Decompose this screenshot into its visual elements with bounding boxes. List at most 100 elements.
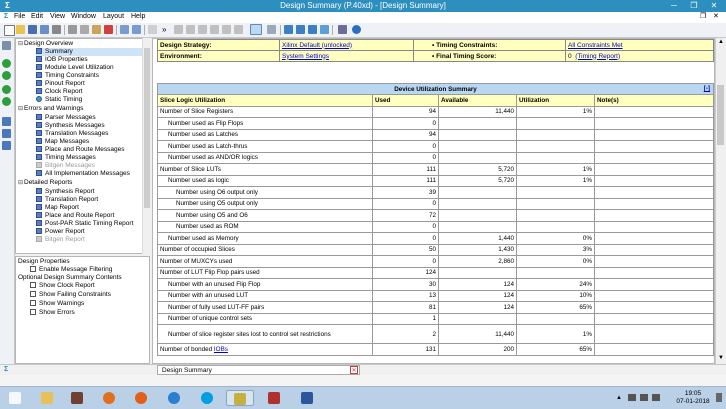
tree-scrollbar[interactable] bbox=[142, 38, 151, 254]
close-button[interactable]: ✕ bbox=[704, 0, 724, 12]
hierarchy-icon[interactable] bbox=[296, 25, 305, 34]
taskbar-explorer[interactable] bbox=[36, 390, 58, 406]
menu-file[interactable]: File bbox=[14, 13, 25, 20]
taskbar-internet-explorer[interactable] bbox=[163, 390, 185, 406]
taskbar-archive[interactable] bbox=[263, 390, 285, 406]
delete-icon[interactable] bbox=[104, 25, 113, 34]
timing-constraints-link[interactable]: All Constraints Met bbox=[568, 42, 623, 49]
zoom-full-icon[interactable] bbox=[198, 25, 207, 34]
tree-item-bitgen-messages[interactable]: Bitgen Messages bbox=[36, 162, 95, 170]
tree-item-power-report[interactable]: Power Report bbox=[36, 228, 85, 236]
taskbar-book[interactable] bbox=[66, 390, 88, 406]
show-failing-constraints-checkbox[interactable] bbox=[30, 291, 36, 297]
tree-item-summary[interactable]: Summary bbox=[36, 48, 149, 56]
show-warnings-option[interactable]: Show Warnings bbox=[30, 300, 84, 308]
tree-item-module-utilization[interactable]: Module Level Utilization bbox=[36, 64, 114, 72]
timing-report-link[interactable]: (Timing Report) bbox=[575, 53, 620, 60]
zoom-out-icon[interactable] bbox=[186, 25, 195, 34]
environment-link[interactable]: System Settings bbox=[282, 53, 329, 60]
show-warnings-checkbox[interactable] bbox=[30, 300, 36, 306]
tab-design-summary[interactable]: Design Summary ✕ bbox=[157, 365, 360, 375]
list-icon[interactable] bbox=[308, 25, 317, 34]
tree-item-pinout-report[interactable]: Pinout Report bbox=[36, 80, 85, 88]
show-clock-report-option[interactable]: Show Clock Report bbox=[30, 282, 95, 290]
show-errors-checkbox[interactable] bbox=[30, 309, 36, 315]
menu-edit[interactable]: Edit bbox=[31, 13, 43, 20]
zoom-select-icon[interactable] bbox=[222, 25, 231, 34]
show-clock-report-checkbox[interactable] bbox=[30, 282, 36, 288]
copy-icon[interactable] bbox=[80, 25, 89, 34]
new-file-icon[interactable] bbox=[4, 25, 15, 36]
pin-icon[interactable] bbox=[267, 25, 276, 34]
menu-help[interactable]: Help bbox=[131, 13, 145, 20]
tree-item-parser-messages[interactable]: Parser Messages bbox=[36, 114, 96, 122]
tree-item-par-messages[interactable]: Place and Route Messages bbox=[36, 146, 125, 154]
tray-clock-time[interactable]: 19:05 bbox=[680, 390, 706, 397]
utilization-collapse-link[interactable]: [-] bbox=[704, 85, 710, 92]
tree-item-static-timing[interactable]: Static Timing bbox=[36, 96, 82, 104]
minimize-button[interactable]: ─ bbox=[664, 0, 684, 12]
tree-item-timing-constraints[interactable]: Timing Constraints bbox=[36, 72, 99, 80]
tree-scroll-thumb[interactable] bbox=[144, 48, 150, 208]
zoom-fit-icon[interactable] bbox=[210, 25, 219, 34]
iobs-link[interactable]: IOBs bbox=[214, 346, 228, 353]
start-button[interactable] bbox=[4, 390, 26, 406]
taskbar-media-player[interactable] bbox=[98, 390, 120, 406]
tray-clock-date[interactable]: 07-01-2018 bbox=[672, 398, 714, 405]
tray-network-icon[interactable] bbox=[628, 394, 636, 401]
taskbar-xilinx-ise[interactable] bbox=[226, 390, 254, 406]
layout-icon[interactable] bbox=[284, 25, 293, 34]
rerun-icon[interactable] bbox=[2, 85, 11, 94]
tree-node-detailed-reports[interactable]: ⊟Detailed Reports bbox=[18, 179, 72, 187]
main-scroll-thumb[interactable] bbox=[717, 85, 724, 145]
tree-item-translation-messages[interactable]: Translation Messages bbox=[36, 130, 108, 138]
tree-item-post-par-timing-report[interactable]: Post-PAR Static Timing Report bbox=[36, 220, 133, 228]
mdi-close-button[interactable]: ✕ bbox=[713, 12, 719, 20]
taskbar-skype[interactable] bbox=[196, 390, 218, 406]
open-folder-icon[interactable] bbox=[16, 25, 25, 34]
tree-item-map-report[interactable]: Map Report bbox=[36, 204, 79, 212]
tree-item-timing-messages[interactable]: Timing Messages bbox=[36, 154, 96, 162]
mdi-restore-button[interactable]: ❐ bbox=[700, 12, 706, 20]
zoom-in-icon[interactable] bbox=[174, 25, 183, 34]
scroll-up-arrow[interactable]: ▲ bbox=[718, 39, 724, 45]
toolbar-overflow-icon[interactable]: » bbox=[162, 25, 166, 34]
tray-battery-icon[interactable] bbox=[640, 394, 648, 401]
print-icon[interactable] bbox=[52, 25, 61, 34]
tree-item-synthesis-messages[interactable]: Synthesis Messages bbox=[36, 122, 105, 130]
document-icon[interactable] bbox=[320, 25, 329, 34]
stop-icon[interactable] bbox=[2, 71, 11, 80]
tools-icon[interactable] bbox=[338, 25, 347, 34]
zoom-area-icon[interactable] bbox=[234, 25, 243, 34]
taskbar-word[interactable] bbox=[296, 390, 318, 406]
tree-node-design-overview[interactable]: ⊟Design Overview bbox=[18, 40, 73, 48]
menu-window[interactable]: Window bbox=[71, 13, 96, 20]
design-strategy-link[interactable]: Xilinx Default (unlocked) bbox=[282, 42, 352, 49]
tree-item-iob-properties[interactable]: IOB Properties bbox=[36, 56, 88, 64]
save-icon[interactable] bbox=[28, 25, 37, 34]
tab-close-icon[interactable]: ✕ bbox=[350, 366, 358, 374]
tray-notification-icon[interactable] bbox=[716, 393, 722, 402]
maximize-button[interactable]: ❐ bbox=[684, 0, 704, 12]
tree-item-clock-report[interactable]: Clock Report bbox=[36, 88, 83, 96]
hierarchy-strip-icon[interactable] bbox=[2, 129, 11, 138]
menu-app-icon[interactable]: Σ bbox=[4, 13, 8, 20]
menu-layout[interactable]: Layout bbox=[103, 13, 124, 20]
show-errors-option[interactable]: Show Errors bbox=[30, 309, 75, 317]
save-all-icon[interactable] bbox=[40, 25, 49, 34]
rerun-all-icon[interactable] bbox=[2, 97, 11, 106]
tree-item-bitgen-report[interactable]: Bitgen Report bbox=[36, 236, 85, 244]
enable-filtering-option[interactable]: Enable Message Filtering bbox=[30, 266, 112, 274]
tree-item-par-report[interactable]: Place and Route Report bbox=[36, 212, 114, 220]
start-icon[interactable] bbox=[2, 41, 11, 50]
menu-view[interactable]: View bbox=[50, 13, 65, 20]
taskbar-firefox[interactable] bbox=[130, 390, 152, 406]
tree-node-errors-warnings[interactable]: ⊟Errors and Warnings bbox=[18, 105, 83, 113]
find-icon[interactable] bbox=[148, 25, 157, 34]
settings-strip-icon[interactable] bbox=[2, 141, 11, 150]
tree-item-all-implementation-messages[interactable]: All Implementation Messages bbox=[36, 170, 130, 178]
cut-icon[interactable] bbox=[68, 25, 77, 34]
properties-icon[interactable] bbox=[2, 117, 11, 126]
scroll-down-arrow[interactable]: ▼ bbox=[718, 355, 724, 361]
tree-item-map-messages[interactable]: Map Messages bbox=[36, 138, 89, 146]
